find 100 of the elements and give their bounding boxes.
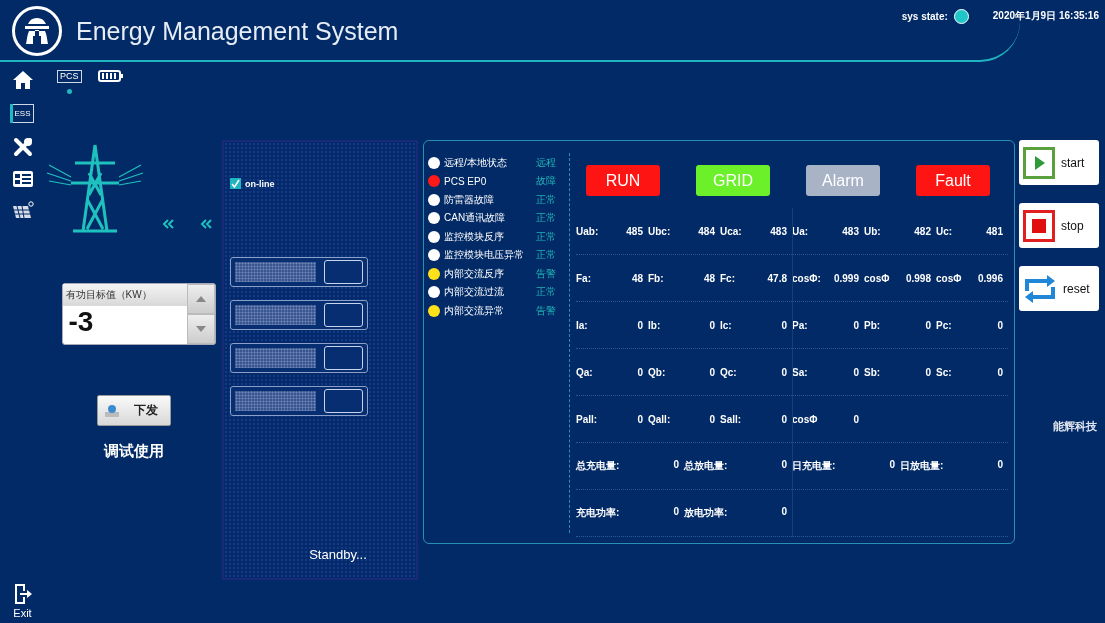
measurement-label: Pc: [936, 319, 952, 331]
nav-tab[interactable]: PCS [57, 70, 82, 94]
home-icon[interactable] [11, 70, 34, 90]
status-label: 远程/本地状态 [444, 155, 508, 170]
measurement-label: Qa: [576, 366, 593, 378]
measurement-value: 0 [637, 413, 643, 425]
measurement-label: Pa: [792, 319, 808, 331]
measurement-label: Ubc: [648, 225, 671, 237]
exit-icon[interactable] [12, 583, 33, 605]
online-checkbox[interactable] [230, 178, 241, 189]
measurement-label: cosΦ: [792, 272, 821, 284]
measurement-label: Uca: [720, 225, 742, 237]
status-value: 正常 [536, 229, 556, 244]
measurement-value: 0 [997, 366, 1003, 378]
measurement-value: 481 [986, 225, 1003, 237]
measurement-label: Uab: [576, 225, 599, 237]
measurement-label: Sall: [720, 413, 742, 425]
ess-icon[interactable]: ESS [11, 104, 34, 123]
measurement-label: Fa: [576, 272, 591, 284]
tools-icon[interactable] [12, 137, 33, 157]
pcs-icon[interactable]: PCS [57, 70, 82, 83]
status-value: 告警 [536, 266, 556, 281]
indicator-lamp: RUN [586, 165, 660, 196]
status-label: 监控模块电压异常 [444, 248, 525, 263]
setpoint-spinner[interactable]: 有功目标值（KW） -3 [61, 283, 216, 345]
measurement-label: cosΦ [864, 272, 890, 284]
measurement-label: cosΦ [936, 272, 962, 284]
online-label[interactable]: on-line [245, 178, 275, 189]
measurement-label: Fb: [648, 272, 664, 284]
exit-label[interactable]: Exit [13, 607, 32, 619]
measurement-value: 0 [853, 413, 859, 425]
measurement-value: 0 [997, 459, 1003, 472]
measurement-value: 0.998 [905, 272, 931, 284]
measurement-value: 0 [673, 506, 679, 519]
reset-button[interactable]: reset [1019, 266, 1099, 311]
measurement-label: Uc: [936, 225, 953, 237]
measurement-value: 0 [781, 506, 787, 519]
solar-panel-icon[interactable] [11, 201, 34, 221]
measurement-value: 484 [698, 225, 715, 237]
start-button[interactable]: start [1019, 140, 1099, 185]
measurement-value: 483 [770, 225, 787, 237]
measurement-label: Ia: [576, 319, 588, 331]
status-value: 正常 [536, 248, 556, 263]
measurement-label: Qc: [720, 366, 737, 378]
measurement-value: 0 [997, 319, 1003, 331]
send-button[interactable]: 下发 [96, 395, 171, 426]
increment-icon[interactable] [186, 284, 215, 314]
stop-button[interactable]: stop [1019, 203, 1099, 248]
play-icon [1023, 146, 1055, 179]
measurement-label: 总放电量: [684, 459, 728, 473]
status-value: 正常 [536, 192, 556, 207]
measurement-label: 充电功率: [576, 506, 620, 520]
measurement-value: 0 [781, 319, 787, 331]
measurement-label: 日充电量: [792, 459, 836, 473]
setpoint-value[interactable]: -3 [62, 306, 187, 338]
status-label: 内部交流过流 [444, 285, 505, 300]
measurement-label: Ic: [720, 319, 732, 331]
measurement-value: 48 [631, 272, 643, 284]
measurement-value: 485 [626, 225, 643, 237]
measurement-value: 0 [709, 319, 715, 331]
measurement-label: Ub: [864, 225, 881, 237]
measurement-value: 48 [703, 272, 715, 284]
measurement-value: 0 [637, 366, 643, 378]
list-icon[interactable] [12, 171, 33, 187]
measurement-label: Ua: [792, 225, 809, 237]
status-value: 告警 [536, 303, 556, 318]
measurement-value: 0 [709, 366, 715, 378]
status-value: 远程 [536, 155, 556, 170]
measurement-value: 0 [709, 413, 715, 425]
measurement-value: 0 [853, 366, 859, 378]
debug-note: 调试使用 [103, 442, 164, 461]
measurement-label: Sc: [936, 366, 952, 378]
measurement-value: 0 [637, 319, 643, 331]
measurement-label: 放电功率: [684, 506, 728, 520]
reset-icon [1023, 272, 1057, 305]
measurement-value: 47.8 [767, 272, 787, 284]
decrement-icon[interactable] [186, 314, 215, 344]
measurement-label: cosΦ [792, 413, 818, 425]
indicator-lamp: GRID [696, 165, 770, 196]
measurement-label: 总充电量: [576, 459, 620, 473]
status-label: PCS EP0 [444, 175, 488, 187]
measurement-value: 0 [925, 319, 931, 331]
chevrons-icon [163, 219, 213, 229]
measurement-value: 483 [842, 225, 859, 237]
status-label: 监控模块反序 [444, 229, 505, 244]
brand-logo: 能辉科技 [1053, 419, 1098, 434]
status-label: 防雷器故障 [444, 192, 495, 207]
measurement-value: 0 [853, 319, 859, 331]
sidebar-item[interactable]: ESS [0, 104, 45, 123]
measurement-label: Pall: [576, 413, 598, 425]
indicator-lamp: Alarm [806, 165, 880, 196]
measurement-value: 0 [673, 459, 679, 472]
measurement-value: 0 [781, 366, 787, 378]
measurement-value: 0 [781, 459, 787, 472]
battery-icon[interactable] [97, 70, 124, 82]
indicator-lamp: Fault [916, 165, 990, 196]
stop-icon [1023, 209, 1055, 242]
measurement-value: 482 [914, 225, 931, 237]
measurement-value: 0 [925, 366, 931, 378]
app-title: Energy Management System [76, 16, 399, 46]
